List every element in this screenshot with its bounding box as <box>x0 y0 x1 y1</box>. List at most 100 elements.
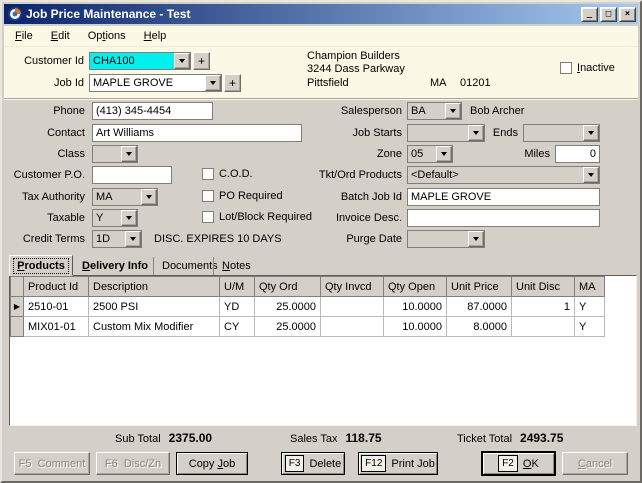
tab-products[interactable]: Products <box>9 255 73 276</box>
col-um[interactable]: U/M <box>220 277 255 297</box>
tax-authority-label: Tax Authority <box>2 191 85 203</box>
sales-tax-value: 118.75 <box>346 431 382 445</box>
customer-add-button[interactable]: + <box>193 52 210 70</box>
chevron-down-icon[interactable] <box>174 53 190 69</box>
tkt-ord-products-label: Tkt/Ord Products <box>302 169 402 181</box>
cod-checkbox[interactable]: C.O.D. <box>202 168 253 180</box>
f3-keycap: F3 <box>285 455 305 472</box>
miles-label: Miles <box>492 148 550 160</box>
table-row[interactable]: ▶ 2510-01 2500 PSI YD 25.0000 10.0000 87… <box>11 297 605 317</box>
title-bar: Job Price Maintenance - Test _ □ × <box>4 4 638 24</box>
current-row-arrow-icon: ▶ <box>11 297 24 317</box>
address-state: MA <box>430 77 447 89</box>
products-grid[interactable]: Product Id Description U/M Qty Ord Qty I… <box>9 275 637 426</box>
zone-combo[interactable]: 05 <box>407 145 453 163</box>
chevron-down-icon[interactable] <box>468 125 484 141</box>
customer-po-label: Customer P.O. <box>2 169 85 181</box>
contact-label: Contact <box>2 127 85 139</box>
chevron-down-icon[interactable] <box>141 189 157 205</box>
checkbox-icon[interactable] <box>202 211 214 223</box>
sales-tax-label: Sales Tax <box>290 433 338 445</box>
chevron-down-icon[interactable] <box>468 231 484 247</box>
f3-delete-button[interactable]: F3 Delete <box>281 452 345 475</box>
job-add-button[interactable]: + <box>224 74 241 92</box>
col-ma[interactable]: MA <box>575 277 605 297</box>
ticket-total-value: 2493.75 <box>520 431 563 445</box>
row-selector <box>11 317 24 337</box>
col-unit-price[interactable]: Unit Price <box>447 277 512 297</box>
menu-edit[interactable]: Edit <box>42 28 79 44</box>
zone-label: Zone <box>302 148 402 160</box>
tkt-ord-products-combo[interactable]: <Default> <box>407 166 600 184</box>
cancel-button: Cancel <box>562 452 628 475</box>
tax-authority-combo[interactable]: MA <box>92 188 158 206</box>
chevron-down-icon[interactable] <box>205 75 221 91</box>
chevron-down-icon[interactable] <box>125 231 141 247</box>
window-title: Job Price Maintenance - Test <box>26 7 579 21</box>
menu-help[interactable]: Help <box>135 28 176 44</box>
table-row[interactable]: MIX01-01 Custom Mix Modifier CY 25.0000 … <box>11 317 605 337</box>
miles-field[interactable] <box>555 145 600 163</box>
tab-notes[interactable]: Notes <box>213 257 259 275</box>
col-qty-ord[interactable]: Qty Ord <box>255 277 321 297</box>
batch-job-id-field[interactable] <box>407 188 600 206</box>
invoice-desc-field[interactable] <box>407 209 600 227</box>
close-icon[interactable]: × <box>619 7 636 22</box>
customer-id-combo[interactable]: CHA100 <box>89 52 191 70</box>
phone-label: Phone <box>2 105 85 117</box>
contact-field[interactable] <box>92 124 302 142</box>
ends-combo[interactable] <box>523 124 600 142</box>
sub-total-label: Sub Total <box>115 433 161 445</box>
checkbox-icon[interactable] <box>202 190 214 202</box>
f12-print-job-button[interactable]: F12 Print Job <box>358 452 438 475</box>
f6-disc-zn-button: F6 Disc/Zn <box>96 452 170 475</box>
sub-total: Sub Total 2375.00 <box>115 431 212 445</box>
app-icon <box>8 7 22 21</box>
address-line1: Champion Builders <box>307 50 400 62</box>
col-qty-invcd[interactable]: Qty Invcd <box>321 277 384 297</box>
chevron-down-icon[interactable] <box>436 146 452 162</box>
maximize-icon[interactable]: □ <box>600 7 617 22</box>
col-qty-open[interactable]: Qty Open <box>384 277 447 297</box>
invoice-desc-label: Invoice Desc. <box>302 212 402 224</box>
menu-options[interactable]: Options <box>79 28 135 44</box>
chevron-down-icon[interactable] <box>583 125 599 141</box>
col-description[interactable]: Description <box>89 277 220 297</box>
menu-file[interactable]: File <box>6 28 42 44</box>
col-unit-disc[interactable]: Unit Disc <box>512 277 575 297</box>
chevron-down-icon[interactable] <box>583 167 599 183</box>
purge-date-combo[interactable] <box>407 230 485 248</box>
minimize-icon[interactable]: _ <box>581 7 598 22</box>
job-price-maintenance-window: Job Price Maintenance - Test _ □ × File … <box>0 0 642 483</box>
f5-comment-button: F5 Comment <box>14 452 90 475</box>
sales-tax: Sales Tax 118.75 <box>290 431 382 445</box>
phone-field[interactable] <box>92 102 213 120</box>
salesperson-combo[interactable]: BA <box>407 102 462 120</box>
inactive-checkbox[interactable]: Inactive <box>560 62 615 74</box>
checkbox-icon[interactable] <box>560 62 572 74</box>
customer-po-field[interactable] <box>92 166 172 184</box>
job-starts-combo[interactable] <box>407 124 485 142</box>
chevron-down-icon[interactable] <box>121 146 137 162</box>
job-id-combo[interactable]: MAPLE GROVE <box>89 74 222 92</box>
ticket-total-label: Ticket Total <box>457 433 512 445</box>
taxable-combo[interactable]: Y <box>92 209 138 227</box>
col-product-id[interactable]: Product Id <box>24 277 89 297</box>
f2-ok-button[interactable]: F2 OK <box>481 451 556 476</box>
job-id-label: Job Id <box>2 77 84 89</box>
chevron-down-icon[interactable] <box>121 210 137 226</box>
copy-job-button[interactable]: Copy Job <box>176 452 248 475</box>
sub-total-value: 2375.00 <box>169 431 212 445</box>
class-combo[interactable] <box>92 145 138 163</box>
salesperson-label: Salesperson <box>302 105 402 117</box>
f12-keycap: F12 <box>361 455 386 472</box>
po-required-checkbox[interactable]: PO Required <box>202 190 283 202</box>
credit-terms-combo[interactable]: 1D <box>92 230 142 248</box>
tab-delivery-info[interactable]: Delivery Info <box>74 257 156 275</box>
lot-block-required-checkbox[interactable]: Lot/Block Required <box>202 211 312 223</box>
batch-job-id-label: Batch Job Id <box>302 191 402 203</box>
checkbox-icon[interactable] <box>202 168 214 180</box>
chevron-down-icon[interactable] <box>445 103 461 119</box>
purge-date-label: Purge Date <box>302 233 402 245</box>
ends-label: Ends <box>492 127 518 139</box>
